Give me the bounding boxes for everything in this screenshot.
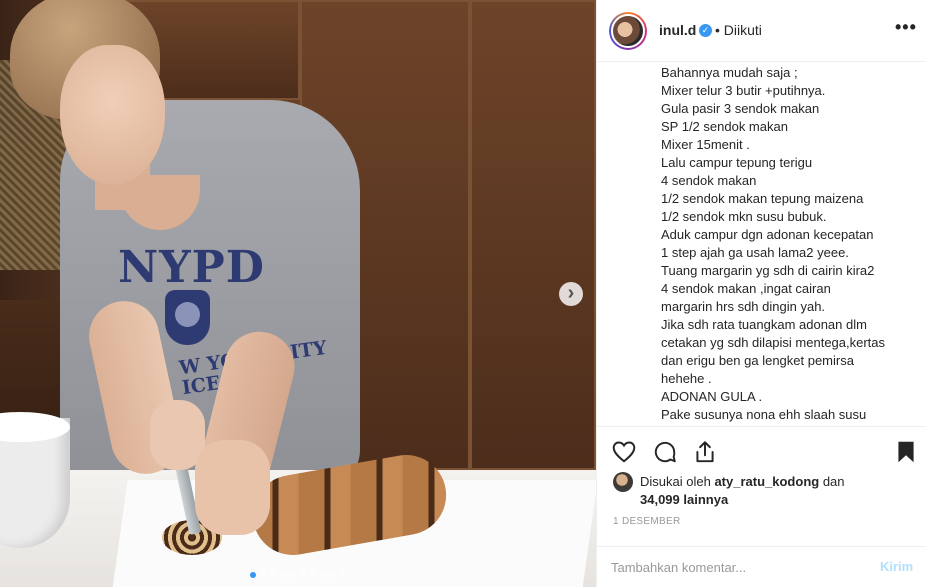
next-slide-button[interactable]: › bbox=[559, 282, 583, 306]
likes-prefix: Disukai oleh bbox=[640, 474, 711, 489]
liker-username-link[interactable]: aty_ratu_kodong bbox=[714, 474, 819, 489]
slide-dot bbox=[330, 572, 336, 578]
caption-line: 4 sendok makan bbox=[661, 173, 757, 188]
caption-line: Lalu campur tepung terigu bbox=[661, 155, 813, 170]
caption-line: 1/2 sendok makan tepung maizena bbox=[661, 191, 864, 206]
verified-icon: ✓ bbox=[699, 24, 712, 37]
shirt-badge bbox=[165, 290, 210, 345]
caption-line: Pake susunya nona ehh slaah susu bbox=[661, 407, 867, 422]
slide-dot bbox=[290, 572, 296, 578]
shirt-print-nypd: NYPD bbox=[118, 242, 265, 293]
caption-line: Aduk campur dgn adonan kecepatan bbox=[661, 227, 874, 242]
slide-dot bbox=[250, 572, 256, 578]
caption-line: 1/2 sendok mkn susu bubuk. bbox=[661, 209, 827, 224]
heart-icon[interactable] bbox=[611, 439, 637, 465]
caption-line: Jika sdh rata tuangkam adonan dlm bbox=[661, 317, 867, 332]
comment-icon[interactable] bbox=[652, 439, 678, 465]
cabinet-door bbox=[470, 0, 596, 470]
post-header: inul.d ✓ • Diikuti ••• bbox=[597, 0, 926, 62]
post-comment-button[interactable]: Kirim bbox=[880, 559, 913, 574]
action-bar bbox=[597, 426, 926, 476]
bookmark-icon[interactable] bbox=[893, 439, 919, 465]
chevron-right-icon: › bbox=[567, 282, 575, 304]
caption: Bahannya mudah saja ; Mixer telur 3 butir… bbox=[661, 64, 923, 426]
share-icon[interactable] bbox=[692, 439, 718, 465]
comment-bar: Kirim bbox=[597, 546, 926, 587]
caption-line: Tuang margarin yg sdh di cairin kira2 bbox=[661, 263, 875, 278]
slide-dot bbox=[340, 572, 346, 578]
post-media[interactable]: NYPD W YORK CITYICE DEPT. › bbox=[0, 0, 596, 587]
caption-line: Bahannya mudah saja ; bbox=[661, 65, 798, 80]
avatar[interactable] bbox=[609, 12, 647, 50]
comment-input[interactable] bbox=[611, 555, 861, 579]
username-link[interactable]: inul.d bbox=[659, 22, 696, 38]
slide-dot bbox=[320, 572, 326, 578]
liker-avatar[interactable] bbox=[613, 472, 633, 492]
caption-line: cetakan yg sdh dilapisi mentega,kertas bbox=[661, 335, 886, 350]
slide-dot bbox=[300, 572, 306, 578]
face bbox=[60, 45, 165, 185]
follow-status[interactable]: • Diikuti bbox=[715, 22, 762, 38]
slide-dot bbox=[310, 572, 316, 578]
avatar-image bbox=[611, 14, 645, 48]
caption-line: 4 sendok makan ,ingat cairan bbox=[661, 281, 831, 296]
caption-line: Gula pasir 3 sendok makan bbox=[661, 101, 820, 116]
post-date[interactable]: 1 DESEMBER bbox=[613, 516, 680, 527]
caption-line: ADONAN GULA . bbox=[661, 389, 763, 404]
slide-dot bbox=[270, 572, 276, 578]
slide-dot bbox=[260, 572, 266, 578]
caption-line: 1 step ajah ga usah lama2 yeee. bbox=[661, 245, 849, 260]
slide-indicator bbox=[250, 572, 346, 578]
caption-line: SP 1/2 sendok makan bbox=[661, 119, 788, 134]
likes-count-link[interactable]: 34,099 bbox=[640, 492, 680, 507]
post-details-panel: inul.d ✓ • Diikuti ••• Bahannya mudah sa… bbox=[596, 0, 926, 587]
more-icon[interactable]: ••• bbox=[895, 17, 917, 38]
likes-text: Disukai oleh aty_ratu_kodong dan 34,099 … bbox=[640, 473, 910, 509]
likes-suffix-link[interactable]: lainnya bbox=[683, 492, 728, 507]
slide-dot bbox=[280, 572, 286, 578]
caption-line: dan erigu ben ga lengket pemirsa bbox=[661, 353, 854, 368]
likes-conj: dan bbox=[822, 474, 845, 489]
caption-line: margarin hrs sdh dingin yah. bbox=[661, 299, 826, 314]
caption-line: Mixer telur 3 butir +putihnya. bbox=[661, 83, 826, 98]
caption-line: hehehe . bbox=[661, 371, 712, 386]
caption-line: Mixer 15menit . bbox=[661, 137, 750, 152]
right-hand bbox=[195, 440, 270, 535]
